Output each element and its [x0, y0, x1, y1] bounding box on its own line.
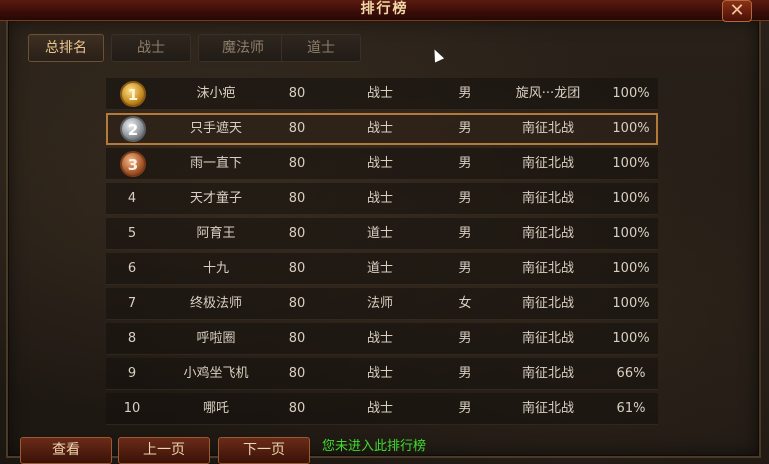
- player-gender: 男: [458, 261, 472, 276]
- player-name: 小鸡坐飞机: [183, 366, 249, 381]
- table-row[interactable]: 5 阿育王 80 道士 男 南征北战 100%: [106, 218, 658, 250]
- player-class: 战士: [366, 401, 393, 416]
- player-percent: 100%: [612, 86, 650, 101]
- player-rank: 10: [123, 401, 141, 416]
- player-percent: 100%: [612, 331, 650, 346]
- bronze-medal-icon: 3: [120, 151, 146, 177]
- player-class: 战士: [366, 156, 393, 171]
- player-rank: 4: [127, 191, 137, 206]
- player-name: 呼啦圈: [196, 331, 236, 346]
- tab-mage[interactable]: 魔法师: [198, 34, 288, 62]
- player-class: 道士: [366, 226, 393, 241]
- table-row[interactable]: 10 哪吒 80 战士 男 南征北战 61%: [106, 393, 658, 425]
- player-gender: 男: [458, 191, 472, 206]
- player-gender: 男: [458, 121, 472, 136]
- player-gender: 男: [458, 366, 472, 381]
- tab-warrior[interactable]: 战士: [111, 34, 191, 62]
- player-level: 80: [288, 261, 306, 276]
- player-name: 只手遮天: [189, 121, 242, 136]
- player-class: 战士: [366, 191, 393, 206]
- player-name: 终极法师: [189, 296, 242, 311]
- view-button[interactable]: 查看: [20, 437, 112, 464]
- player-percent: 66%: [616, 366, 646, 381]
- close-icon: ✕: [729, 0, 745, 21]
- player-guild: 南征北战: [521, 121, 574, 136]
- player-class: 战士: [366, 366, 393, 381]
- player-class: 战士: [366, 331, 393, 346]
- player-name: 沫小疤: [196, 86, 236, 101]
- player-guild: 南征北战: [521, 331, 574, 346]
- player-gender: 男: [458, 331, 472, 346]
- player-guild: 南征北战: [521, 401, 574, 416]
- player-level: 80: [288, 86, 306, 101]
- player-gender: 男: [458, 401, 472, 416]
- player-guild: 南征北战: [521, 366, 574, 381]
- table-row[interactable]: 6 十九 80 道士 男 南征北战 100%: [106, 253, 658, 285]
- silver-medal-icon: 2: [120, 116, 146, 142]
- player-name: 阿育王: [196, 226, 236, 241]
- player-rank: 8: [127, 331, 137, 346]
- player-percent: 100%: [612, 191, 650, 206]
- player-percent: 100%: [612, 261, 650, 276]
- player-level: 80: [288, 191, 306, 206]
- player-name: 天才童子: [189, 191, 242, 206]
- prev-page-button[interactable]: 上一页: [118, 437, 210, 464]
- player-rank: 6: [127, 261, 137, 276]
- player-percent: 100%: [612, 156, 650, 171]
- gold-medal-icon: 1: [120, 81, 146, 107]
- player-rank: 7: [127, 296, 137, 311]
- table-row[interactable]: 8 呼啦圈 80 战士 男 南征北战 100%: [106, 323, 658, 355]
- player-percent: 100%: [612, 296, 650, 311]
- table-row[interactable]: 9 小鸡坐飞机 80 战士 男 南征北战 66%: [106, 358, 658, 390]
- player-class: 法师: [366, 296, 393, 311]
- player-gender: 男: [458, 226, 472, 241]
- player-gender: 男: [458, 156, 472, 171]
- player-class: 道士: [366, 261, 393, 276]
- player-percent: 100%: [612, 121, 650, 136]
- table-row[interactable]: 4 天才童子 80 战士 男 南征北战 100%: [106, 183, 658, 215]
- player-level: 80: [288, 156, 306, 171]
- player-level: 80: [288, 296, 306, 311]
- tab-overall[interactable]: 总排名: [28, 34, 104, 62]
- close-button[interactable]: ✕: [722, 0, 752, 22]
- player-name: 哪吒: [202, 401, 229, 416]
- table-row[interactable]: 7 终极法师 80 法师 女 南征北战 100%: [106, 288, 658, 320]
- player-level: 80: [288, 331, 306, 346]
- player-guild: 南征北战: [521, 296, 574, 311]
- player-class: 战士: [366, 86, 393, 101]
- player-guild: 旋风···龙团: [515, 86, 581, 101]
- player-rank: 9: [127, 366, 137, 381]
- player-guild: 南征北战: [521, 261, 574, 276]
- player-class: 战士: [366, 121, 393, 136]
- player-guild: 南征北战: [521, 156, 574, 171]
- window-title: 排行榜: [360, 1, 409, 17]
- tab-taoist[interactable]: 道士: [281, 34, 361, 62]
- player-guild: 南征北战: [521, 191, 574, 206]
- player-level: 80: [288, 401, 306, 416]
- player-rank: 5: [127, 226, 137, 241]
- player-percent: 61%: [616, 401, 646, 416]
- player-gender: 男: [458, 86, 472, 101]
- player-level: 80: [288, 226, 306, 241]
- next-page-button[interactable]: 下一页: [218, 437, 310, 464]
- player-name: 雨一直下: [189, 156, 242, 171]
- table-row-selected[interactable]: 2 只手遮天 80 战士 男 南征北战 100%: [106, 113, 658, 145]
- player-level: 80: [288, 366, 306, 381]
- table-row[interactable]: 1 沫小疤 80 战士 男 旋风···龙团 100%: [106, 78, 658, 110]
- table-row[interactable]: 3 雨一直下 80 战士 男 南征北战 100%: [106, 148, 658, 180]
- player-level: 80: [288, 121, 306, 136]
- player-gender: 女: [458, 296, 472, 311]
- rank-status-notice: 您未进入此排行榜: [322, 439, 427, 454]
- player-guild: 南征北战: [521, 226, 574, 241]
- player-percent: 100%: [612, 226, 650, 241]
- player-name: 十九: [202, 261, 229, 276]
